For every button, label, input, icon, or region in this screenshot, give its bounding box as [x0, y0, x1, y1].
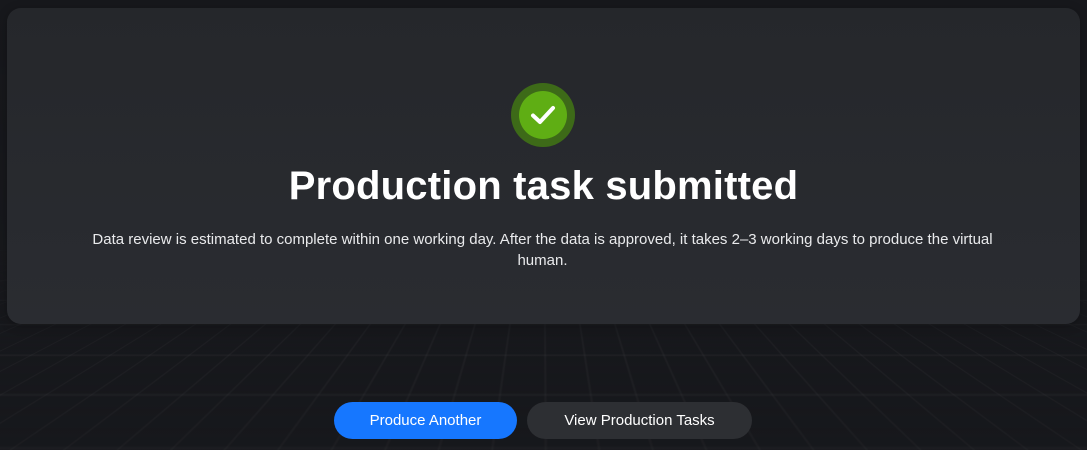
check-circle-icon	[511, 83, 575, 147]
action-bar: Produce Another View Production Tasks	[334, 402, 752, 439]
view-production-tasks-button[interactable]: View Production Tasks	[527, 402, 752, 439]
result-description: Data review is estimated to complete wit…	[92, 231, 993, 269]
check-circle-inner	[519, 91, 567, 139]
result-title: Production task submitted	[288, 164, 799, 208]
produce-another-button[interactable]: Produce Another	[334, 402, 517, 439]
checkmark-icon	[531, 106, 555, 124]
page: Production task submitted Data review is…	[0, 0, 1087, 450]
